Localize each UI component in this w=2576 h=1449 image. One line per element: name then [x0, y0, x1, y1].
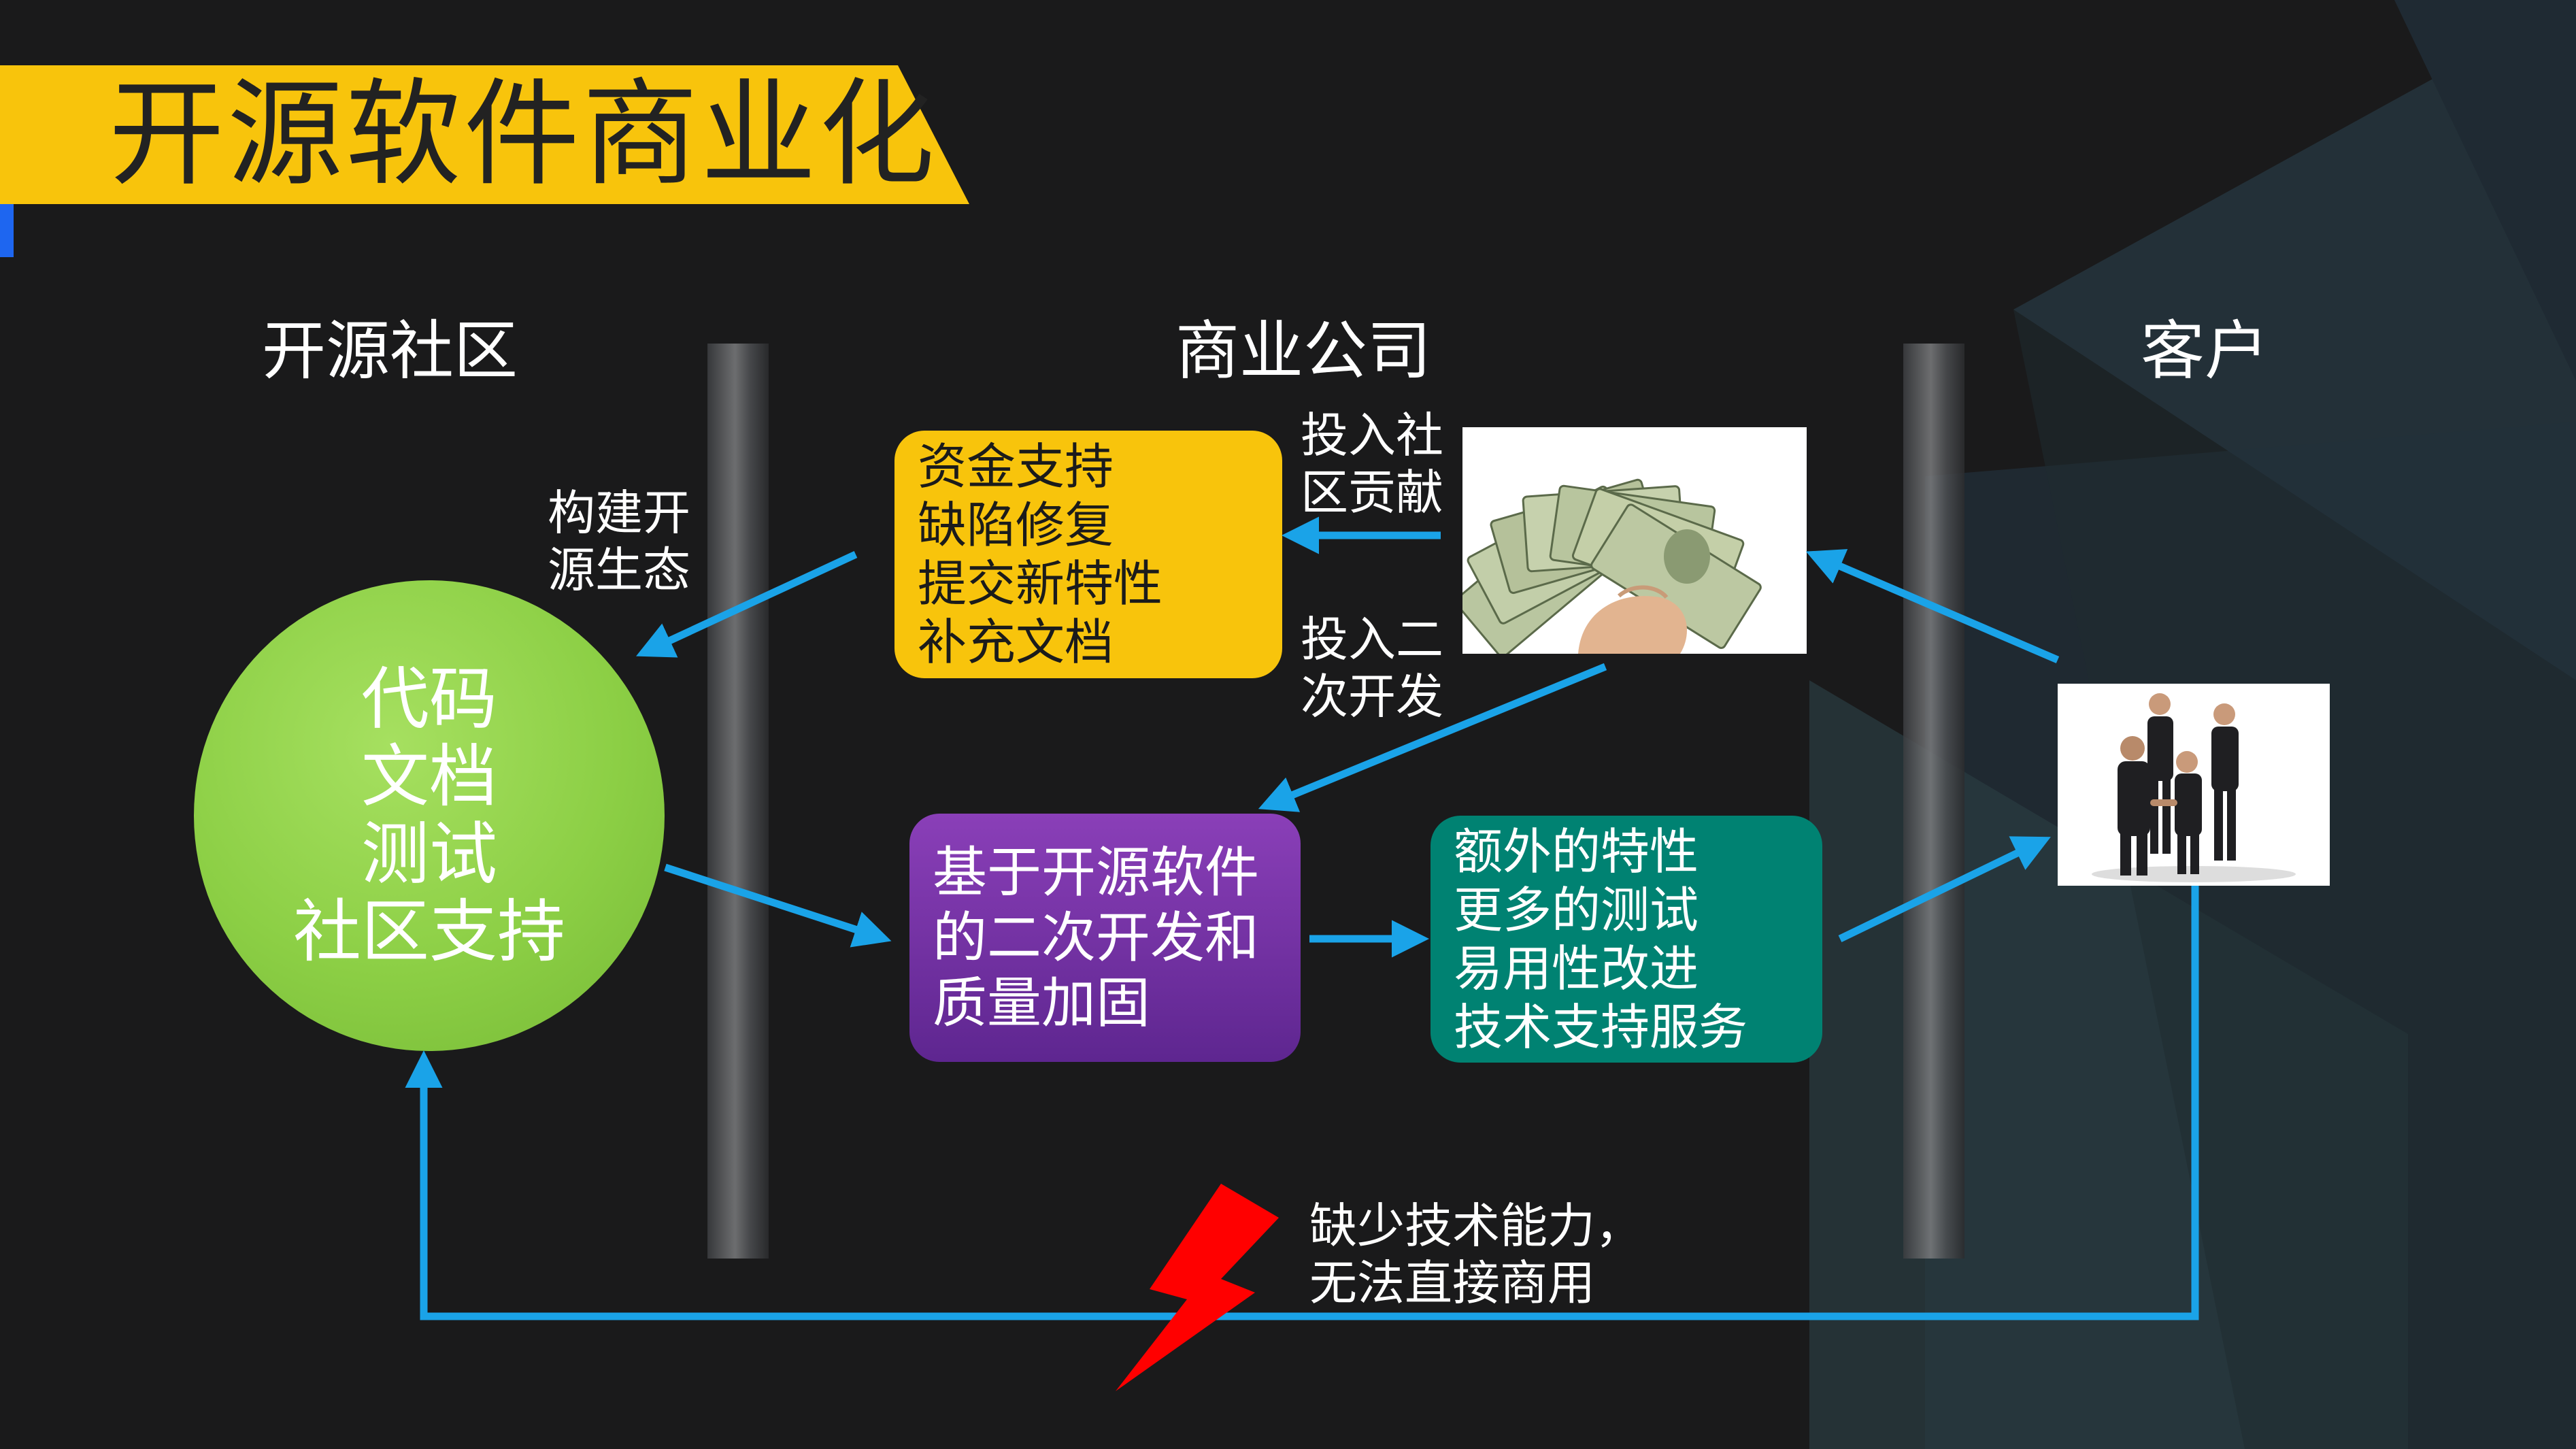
arrow-value-add-to-customer — [1838, 836, 2051, 942]
arrow-customer-to-money — [1805, 549, 2060, 664]
arrow-community-to-secondary-dev — [664, 863, 892, 948]
flow-arrows — [405, 516, 2199, 1391]
arrow-money-to-secondary-dev — [1258, 663, 1607, 812]
lightning-icon — [1116, 1184, 1279, 1391]
arrow-customer-to-community — [405, 886, 2199, 1320]
arrow-contribution-to-community — [636, 551, 858, 658]
